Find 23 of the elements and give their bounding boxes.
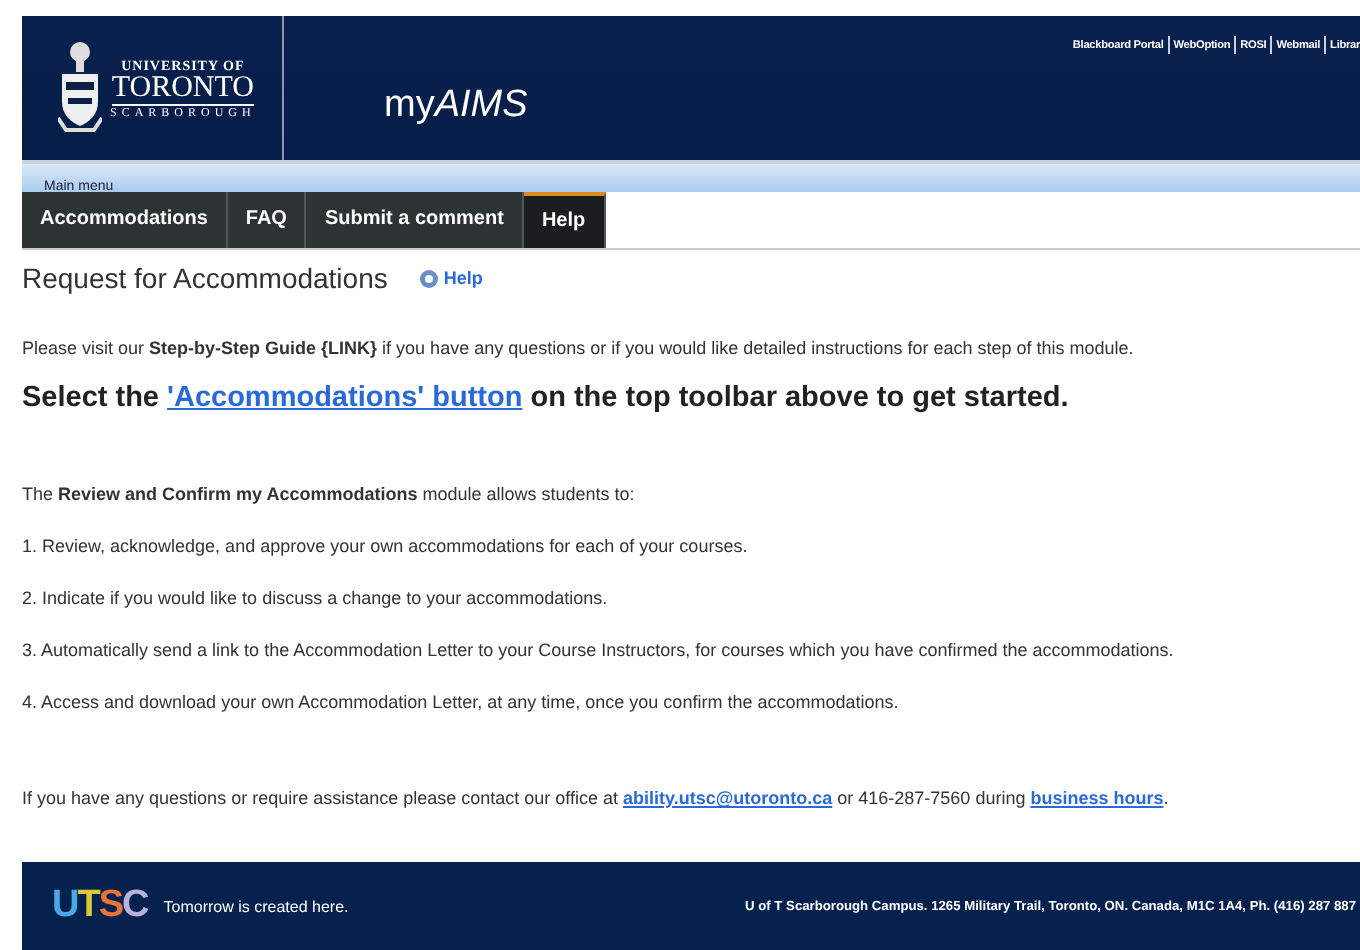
help-link[interactable]: Help [419, 268, 483, 288]
contact-text: If you have any questions or require assistance please contact our office at ability.utsc@utoronto.ca or 416-287-7560 during business hours. [22, 788, 1171, 808]
list-item: 1. Review, acknowledge, and approve your own accommodations for each of your courses. [22, 536, 750, 556]
menu-tab[interactable]: Submit a comment [306, 192, 524, 248]
link[interactable]: 'Accommodations' button [167, 382, 523, 414]
app-title: myAIMS [384, 84, 528, 128]
lead-text: The Review and Confirm my Accommodations module allows students to: [22, 484, 637, 504]
list-item: 4. Access and download your own Accommodation Letter, at any time, once you confirm the accommodations. [22, 692, 901, 712]
menu-tab[interactable]: Help [523, 192, 606, 248]
tagline: Tomorrow is created here. [163, 897, 349, 915]
list-item: 2. Indicate if you would like to discuss a change to your accommodations. [22, 588, 610, 608]
menu-tab[interactable]: FAQ [227, 192, 307, 248]
link[interactable]: business hours [1030, 788, 1164, 808]
university-name: TORONTO [111, 73, 254, 105]
menu-tab[interactable]: Accommodations [22, 192, 228, 248]
page-title: Request for Accommodations [22, 262, 388, 294]
intro-text: Please visit our Step-by-Step Guide {LINK} if you have any questions or if you would like detailed instructions for each step of this module. [22, 338, 1136, 358]
crest-icon [58, 38, 102, 138]
headline-text: Select the 'Accommodations' button on the top toolbar above to get started. [22, 382, 1071, 414]
utsc-logo: UTSC [52, 884, 148, 928]
help-icon [419, 269, 438, 287]
list-item: 3. Automatically send a link to the Accommodation Letter to your Course Instructors, for courses which you have confirmed the accommodations. [22, 640, 1176, 660]
link[interactable]: ability.utsc@utoronto.ca [623, 788, 833, 808]
